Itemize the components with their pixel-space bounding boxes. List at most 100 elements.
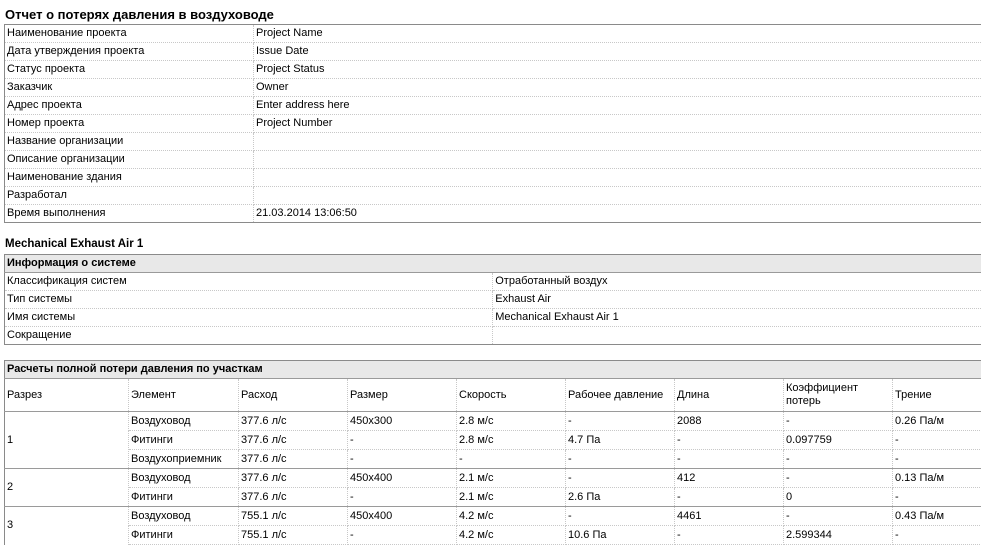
project-info-table: Наименование проекта Project Name Дата утв… bbox=[4, 24, 981, 223]
project-info-label: Описание организации bbox=[4, 150, 254, 169]
calc-cell: - bbox=[892, 525, 981, 545]
calc-cell: - bbox=[783, 411, 893, 431]
project-info-value: Enter address here bbox=[253, 96, 981, 115]
calc-row: 3 Воздуховод 755.1 л/с 450x400 4.2 м/с -4461-… bbox=[4, 506, 981, 545]
system-info-row: Тип системы Exhaust Air bbox=[4, 290, 981, 309]
project-info-row: Наименование здания bbox=[4, 168, 981, 187]
project-info-label: Наименование проекта bbox=[4, 24, 254, 43]
project-info-row: Адрес проекта Enter address here bbox=[4, 96, 981, 115]
calc-cell: - bbox=[565, 449, 675, 469]
calc-cell: 4.2 м/с bbox=[456, 506, 566, 526]
calc-cell: 377.6 л/с bbox=[238, 430, 348, 450]
calc-cell: Фитинги bbox=[128, 525, 239, 545]
project-info-value: Project Number bbox=[253, 114, 981, 133]
calc-cell: 450x400 bbox=[347, 468, 457, 488]
calc-row: Воздухоприемник 377.6 л/с - - - - - - bbox=[5, 449, 981, 469]
system-info-value: Mechanical Exhaust Air 1 bbox=[492, 308, 981, 327]
calc-column-headers: Разрез Элемент Расход Размер Скорость Рабочее… bbox=[4, 378, 981, 412]
project-info-value: Project Name bbox=[253, 24, 981, 43]
report-page: Отчет о потерях давления в воздуховоде Н… bbox=[0, 0, 981, 554]
project-info-row: Описание организации bbox=[4, 150, 981, 169]
calc-cell: 0.26 Па/м bbox=[892, 411, 981, 431]
project-info-value bbox=[253, 186, 981, 205]
project-info-label: Дата утверждения проекта bbox=[4, 42, 254, 61]
calc-cell: 4.7 Па bbox=[565, 430, 675, 450]
calc-column-header: Элемент bbox=[128, 378, 239, 412]
project-info-row: Статус проекта Project Status bbox=[4, 60, 981, 79]
calc-column-header: Разрез bbox=[4, 378, 129, 412]
calc-cell: - bbox=[347, 430, 457, 450]
project-info-label: Время выполнения bbox=[4, 204, 254, 223]
calc-cell: 450x400 bbox=[347, 506, 457, 526]
project-info-row: Время выполнения 21.03.2014 13:06:50 bbox=[4, 204, 981, 223]
calc-cell: - bbox=[456, 449, 566, 469]
calc-cell: 2088 bbox=[674, 411, 784, 431]
calc-cell: - bbox=[347, 487, 457, 507]
calc-header-row: Расчеты полной потери давления по участк… bbox=[4, 360, 981, 379]
calc-cell: 2.1 м/с bbox=[456, 468, 566, 488]
calc-cell: 2.8 м/с bbox=[456, 411, 566, 431]
calc-column-header: Коэффициент потерь bbox=[783, 378, 893, 412]
calc-cell: Воздухоприемник bbox=[128, 449, 239, 469]
calc-header: Расчеты полной потери давления по участк… bbox=[4, 360, 981, 379]
calc-row: Фитинги 377.6 л/с -2.8 м/с 4.7 Па -0.097759- bbox=[5, 430, 981, 450]
system-info-label: Сокращение bbox=[4, 326, 494, 345]
calc-cell: 377.6 л/с bbox=[238, 411, 348, 431]
project-info-row: Дата утверждения проекта Issue Date bbox=[4, 42, 981, 61]
system-info-label: Классификация систем bbox=[4, 272, 494, 291]
project-info-label: Разработал bbox=[4, 186, 254, 205]
calc-cell: - bbox=[783, 449, 893, 469]
calc-row: Фитинги 377.6 л/с -2.1 м/с 2.6 Па -0- bbox=[5, 487, 981, 507]
project-info-row: Название организации bbox=[4, 132, 981, 151]
calc-column-header: Трение bbox=[892, 378, 981, 412]
calc-cell: - bbox=[892, 449, 981, 469]
section-id: 3 bbox=[4, 506, 129, 545]
calc-cell: 377.6 л/с bbox=[238, 487, 348, 507]
calc-cell: 0.097759 bbox=[783, 430, 893, 450]
project-info-value: Owner bbox=[253, 78, 981, 97]
calc-cell: - bbox=[347, 449, 457, 469]
calc-cell: 450x300 bbox=[347, 411, 457, 431]
project-info-label: Наименование здания bbox=[4, 168, 254, 187]
calc-cell: 755.1 л/с bbox=[238, 506, 348, 526]
project-info-row: Разработал bbox=[4, 186, 981, 205]
system-info-row: Сокращение bbox=[4, 326, 981, 345]
calc-cell: Воздуховод bbox=[128, 468, 239, 488]
calc-cell: 377.6 л/с bbox=[238, 468, 348, 488]
project-info-label: Заказчик bbox=[4, 78, 254, 97]
system-title: Mechanical Exhaust Air 1 bbox=[5, 238, 144, 250]
project-info-label: Адрес проекта bbox=[4, 96, 254, 115]
calc-column-header: Расход bbox=[238, 378, 348, 412]
calc-cell: 2.599344 bbox=[783, 525, 893, 545]
calc-cell: Фитинги bbox=[128, 430, 239, 450]
calc-cell: - bbox=[565, 506, 675, 526]
calc-cell: 2.8 м/с bbox=[456, 430, 566, 450]
section-id: 1 bbox=[4, 411, 129, 469]
calc-cell: - bbox=[347, 525, 457, 545]
project-info-row: Номер проекта Project Number bbox=[4, 114, 981, 133]
project-info-row: Заказчик Owner bbox=[4, 78, 981, 97]
calc-cell: 2.1 м/с bbox=[456, 487, 566, 507]
calc-row: 1 Воздуховод 377.6 л/с 450x300 2.8 м/с -2088-… bbox=[4, 411, 981, 469]
calc-row: Фитинги 755.1 л/с -4.2 м/с 10.6 Па -2.599344… bbox=[5, 525, 981, 545]
calc-cell: Воздуховод bbox=[128, 411, 239, 431]
system-info-row: Имя системы Mechanical Exhaust Air 1 bbox=[4, 308, 981, 327]
project-info-value: Issue Date bbox=[253, 42, 981, 61]
calc-cell: - bbox=[674, 525, 784, 545]
system-info-header-row: Информация о системе bbox=[4, 254, 981, 273]
project-info-value: 21.03.2014 13:06:50 bbox=[256, 207, 357, 219]
system-info-table: Информация о системе Классификация систе… bbox=[4, 254, 981, 345]
system-info-row: Классификация систем Отработанный воздух bbox=[4, 272, 981, 291]
project-info-value bbox=[253, 168, 981, 187]
calc-cell: 4.2 м/с bbox=[456, 525, 566, 545]
system-info-label: Тип системы bbox=[4, 290, 494, 309]
calc-cell: 755.1 л/с bbox=[238, 525, 348, 545]
project-info-label: Статус проекта bbox=[4, 60, 254, 79]
calc-column-header: Скорость bbox=[456, 378, 566, 412]
calc-cell: - bbox=[565, 411, 675, 431]
calc-cell: - bbox=[674, 449, 784, 469]
calc-cell: - bbox=[892, 487, 981, 507]
project-info-label: Номер проекта bbox=[4, 114, 254, 133]
calc-cell: Фитинги bbox=[128, 487, 239, 507]
section-id: 2 bbox=[4, 468, 129, 507]
